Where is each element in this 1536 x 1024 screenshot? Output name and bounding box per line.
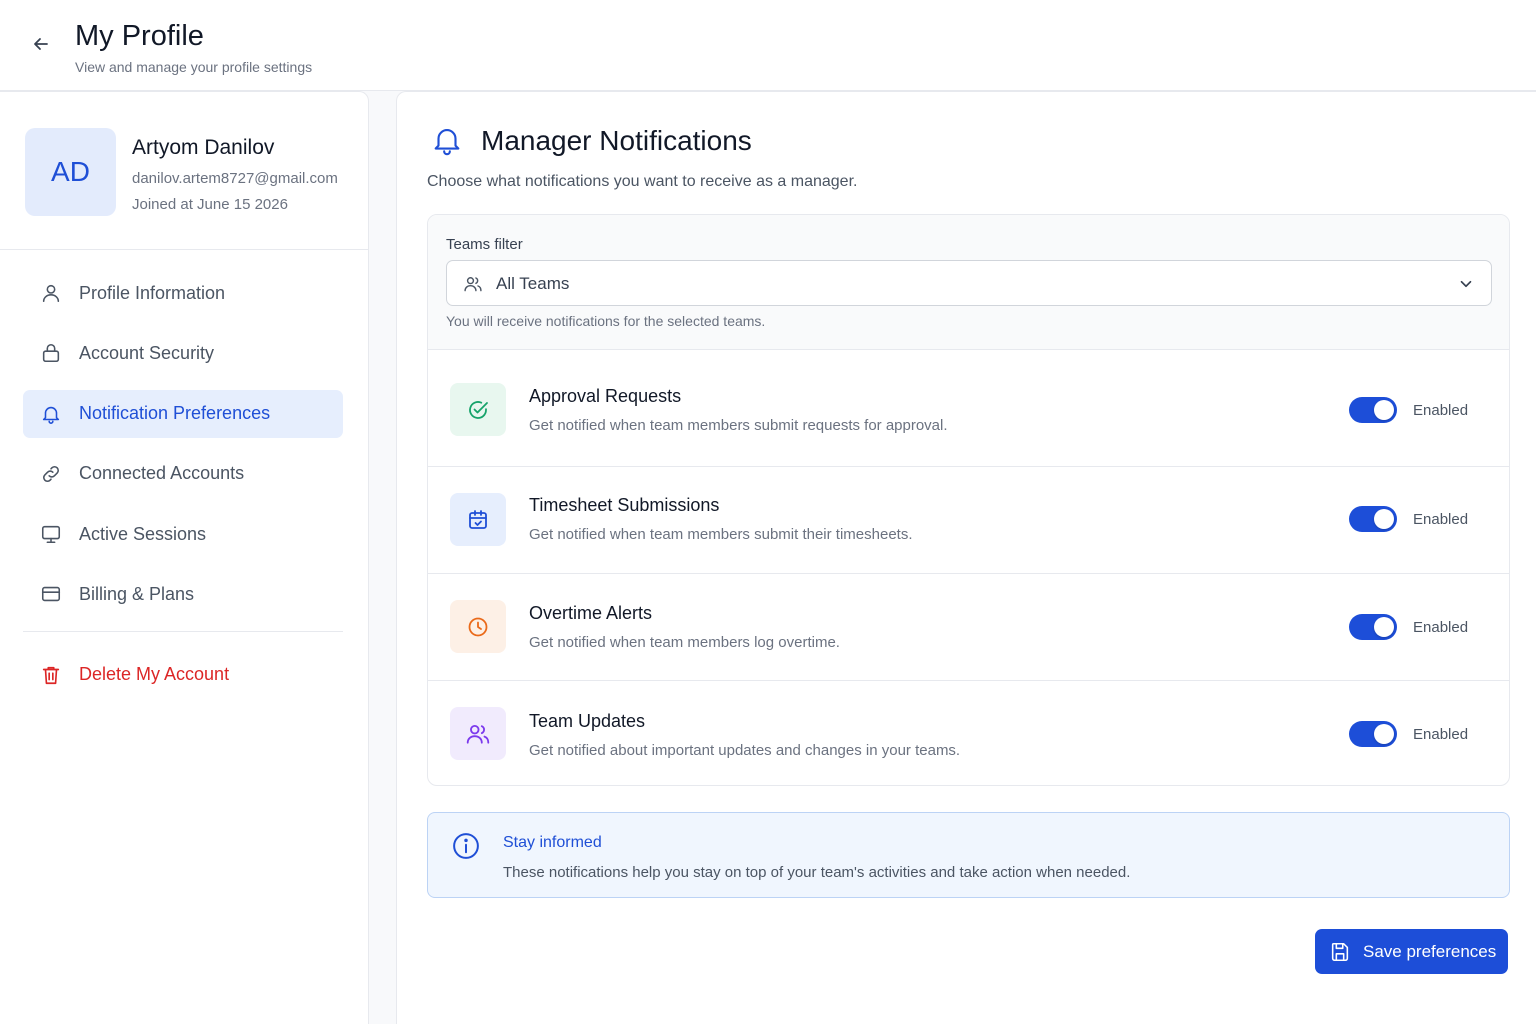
- avatar: AD: [25, 128, 116, 216]
- profile-card: AD Artyom Danilov danilov.artem8727@gmai…: [0, 92, 368, 250]
- teams-filter-hint: You will receive notifications for the s…: [446, 313, 766, 329]
- preference-description: Get notified when team members log overt…: [529, 634, 840, 651]
- sidebar-item-label: Connected Accounts: [79, 463, 245, 484]
- toggle-knob: [1374, 724, 1394, 744]
- trash-icon: [23, 664, 79, 686]
- preference-row-timesheet-submissions: Timesheet Submissions Get notified when …: [428, 467, 1509, 574]
- user-name: Artyom Danilov: [132, 136, 275, 159]
- info-callout: Stay informed These notifications help y…: [427, 812, 1510, 898]
- page-subtitle: View and manage your profile settings: [75, 59, 313, 75]
- page-header: My Profile View and manage your profile …: [0, 0, 1536, 91]
- preference-row-approval-requests: Approval Requests Get notified when team…: [428, 350, 1509, 467]
- delete-account-label: Delete My Account: [79, 664, 230, 685]
- sidebar-item-account-security[interactable]: Account Security: [23, 329, 343, 377]
- team-icon-tile: [450, 707, 506, 760]
- link-icon: [23, 463, 79, 485]
- preference-title: Team Updates: [529, 711, 646, 731]
- teams-filter-select[interactable]: All Teams: [446, 260, 1492, 306]
- nav-divider: [23, 630, 343, 632]
- sidebar-item-connected-accounts[interactable]: Connected Accounts: [23, 450, 343, 498]
- sidebar-item-active-sessions[interactable]: Active Sessions: [23, 510, 343, 558]
- preference-title: Approval Requests: [529, 386, 682, 406]
- approval-requests-toggle[interactable]: [1349, 397, 1397, 423]
- bell-icon: [23, 403, 79, 425]
- sidebar-item-label: Profile Information: [79, 282, 226, 303]
- sidebar-item-label: Notification Preferences: [79, 403, 271, 424]
- save-icon: [1329, 941, 1351, 963]
- clock-icon: [468, 617, 488, 636]
- bell-icon: [430, 122, 464, 163]
- user-icon: [23, 282, 79, 304]
- preference-row-overtime-alerts: Overtime Alerts Get notified when team m…: [428, 574, 1509, 681]
- back-button[interactable]: [27, 30, 55, 58]
- preference-row-team-updates: Team Updates Get notified about importan…: [428, 681, 1509, 785]
- lock-icon: [23, 342, 79, 364]
- users-icon: [466, 724, 490, 744]
- preferences-card: Teams filter All Teams You will receive …: [427, 214, 1510, 786]
- toggle-status: Enabled: [1413, 726, 1469, 743]
- preference-title: Overtime Alerts: [529, 603, 653, 623]
- preference-description: Get notified about important updates and…: [529, 742, 961, 759]
- user-joined-date: Joined at June 15 2026: [132, 196, 288, 213]
- calendar-icon: [469, 509, 487, 529]
- credit-card-icon: [23, 583, 79, 605]
- section-title: Manager Notifications: [481, 125, 752, 156]
- arrow-left-icon: [34, 38, 48, 50]
- sidebar-item-label: Billing & Plans: [79, 583, 195, 604]
- teams-filter-value: All Teams: [496, 274, 570, 293]
- monitor-icon: [23, 523, 79, 545]
- teams-filter-label: Teams filter: [446, 236, 523, 253]
- sidebar-item-profile-information[interactable]: Profile Information: [23, 269, 343, 317]
- toggle-knob: [1374, 400, 1394, 420]
- preference-title: Timesheet Submissions: [529, 495, 720, 515]
- preference-description: Get notified when team members submit re…: [529, 417, 948, 434]
- chevron-down-icon: [1457, 275, 1475, 298]
- user-email: danilov.artem8727@gmail.com: [132, 170, 338, 187]
- toggle-status: Enabled: [1413, 511, 1469, 528]
- sidebar-item-notification-preferences[interactable]: Notification Preferences: [23, 389, 343, 438]
- toggle-status: Enabled: [1413, 619, 1469, 636]
- toggle-knob: [1374, 617, 1394, 637]
- info-title: Stay informed: [503, 834, 602, 851]
- info-text: These notifications help you stay on top…: [503, 864, 1131, 881]
- overtime-alerts-toggle[interactable]: [1349, 614, 1397, 640]
- sidebar: AD Artyom Danilov danilov.artem8727@gmai…: [0, 91, 369, 1024]
- timesheet-submissions-toggle[interactable]: [1349, 506, 1397, 532]
- toggle-knob: [1374, 509, 1394, 529]
- page-title: My Profile: [75, 20, 204, 52]
- check-circle-icon: [469, 400, 488, 419]
- section-description: Choose what notifications you want to re…: [427, 173, 858, 190]
- info-icon: [451, 831, 481, 866]
- delete-account-button[interactable]: Delete My Account: [23, 651, 343, 699]
- preference-description: Get notified when team members submit th…: [529, 526, 913, 543]
- users-icon: [463, 274, 483, 299]
- save-preferences-button[interactable]: Save preferences: [1315, 929, 1508, 974]
- toggle-status: Enabled: [1413, 402, 1469, 419]
- team-updates-toggle[interactable]: [1349, 721, 1397, 747]
- sidebar-nav: Profile Information Account Security Not…: [23, 269, 343, 711]
- save-preferences-label: Save preferences: [1363, 941, 1497, 961]
- sidebar-item-label: Account Security: [79, 342, 215, 363]
- teams-filter: Teams filter All Teams You will receive …: [428, 215, 1509, 350]
- overtime-icon-tile: [450, 600, 506, 653]
- sidebar-item-label: Active Sessions: [79, 523, 207, 544]
- approval-icon-tile: [450, 383, 506, 436]
- timesheet-icon-tile: [450, 493, 506, 546]
- sidebar-item-billing-plans[interactable]: Billing & Plans: [23, 570, 343, 618]
- main-panel: Manager Notifications Choose what notifi…: [396, 91, 1536, 1024]
